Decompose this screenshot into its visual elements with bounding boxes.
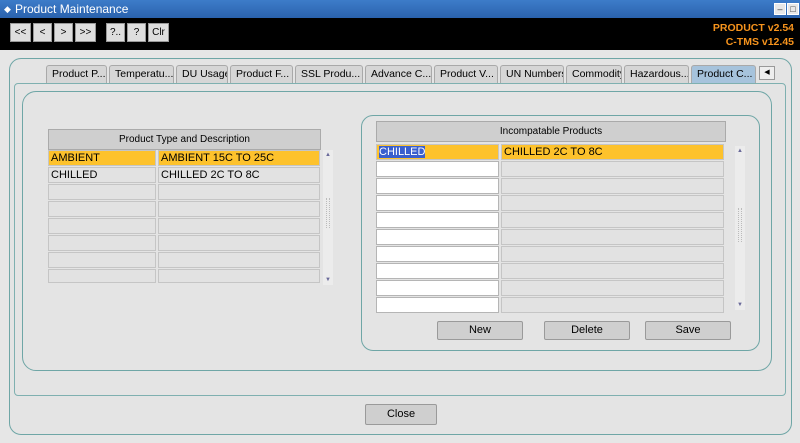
tab-product-v[interactable]: Product V... — [434, 65, 498, 83]
save-button[interactable]: Save — [645, 321, 731, 340]
title-bar: ◆ Product Maintenance – □ — [0, 0, 800, 18]
tab-commodity[interactable]: Commodity — [566, 65, 622, 83]
incompatible-products-scrollbar[interactable]: ▲ ▼ — [735, 146, 745, 310]
incompatible-description-cell — [501, 161, 724, 177]
incompatible-code-input[interactable] — [376, 161, 499, 177]
delete-button[interactable]: Delete — [544, 321, 630, 340]
product-type-description-cell[interactable] — [158, 201, 320, 217]
scroll-up-icon[interactable]: ▲ — [735, 146, 745, 156]
product-type-code-cell[interactable] — [48, 184, 156, 200]
product-type-code-cell[interactable] — [48, 252, 156, 268]
product-type-description-cell[interactable]: CHILLED 2C TO 8C — [158, 167, 320, 183]
maximize-icon[interactable]: □ — [787, 3, 799, 15]
incompatible-code-input[interactable] — [376, 212, 499, 228]
toolbar: << < > >> ?.. ? Clr PRODUCT v2.54 C-TMS … — [0, 18, 800, 50]
incompatible-description-cell — [501, 280, 724, 296]
incompatible-code-input[interactable] — [376, 297, 499, 313]
product-type-header: Product Type and Description — [48, 129, 321, 150]
incompatible-description-cell — [501, 297, 724, 313]
last-record-button[interactable]: >> — [75, 23, 96, 42]
tab-scroll-left-icon[interactable]: ◀ — [759, 66, 775, 80]
product-type-code-cell[interactable]: CHILLED — [48, 167, 156, 183]
tab-du-usage[interactable]: DU Usage — [176, 65, 228, 83]
tab-product-f[interactable]: Product F... — [230, 65, 293, 83]
product-type-code-cell[interactable] — [48, 269, 156, 283]
ctms-version: C-TMS v12.45 — [725, 36, 794, 48]
product-type-code-cell[interactable] — [48, 201, 156, 217]
product-version: PRODUCT v2.54 — [712, 22, 794, 34]
incompatible-code-input[interactable] — [376, 229, 499, 245]
incompatible-code-input[interactable] — [376, 280, 499, 296]
next-record-button[interactable]: > — [54, 23, 73, 42]
incompatible-code-cell[interactable]: CHILLED — [376, 144, 499, 160]
version-info: PRODUCT v2.54 C-TMS v12.45 — [713, 21, 794, 49]
minimize-icon[interactable]: – — [774, 3, 786, 15]
incompatible-code-input[interactable] — [376, 263, 499, 279]
first-record-button[interactable]: << — [10, 23, 31, 42]
clear-button[interactable]: Clr — [148, 23, 169, 42]
product-type-scrollbar[interactable]: ▲ ▼ — [323, 150, 333, 285]
incompatible-description-cell — [501, 178, 724, 194]
product-type-description-cell[interactable] — [158, 235, 320, 251]
new-button[interactable]: New — [437, 321, 523, 340]
scroll-down-icon[interactable]: ▼ — [735, 300, 745, 310]
tab-ssl-products[interactable]: SSL Produ... — [295, 65, 363, 83]
incompatible-description-cell — [501, 212, 724, 228]
product-type-code-cell[interactable] — [48, 235, 156, 251]
incompatible-description-cell[interactable]: CHILLED 2C TO 8C — [501, 144, 724, 160]
incompatible-description-cell — [501, 263, 724, 279]
app-icon: ◆ — [4, 4, 11, 14]
product-type-description-cell[interactable]: AMBIENT 15C TO 25C — [158, 150, 320, 166]
tab-temperature[interactable]: Temperatu... — [109, 65, 174, 83]
tab-un-numbers[interactable]: UN Numbers — [500, 65, 564, 83]
product-type-description-cell[interactable] — [158, 269, 320, 283]
incompatible-description-cell — [501, 195, 724, 211]
incompatible-description-cell — [501, 229, 724, 245]
tab-product-c[interactable]: Product C... — [691, 65, 756, 83]
help-button[interactable]: ? — [127, 23, 146, 42]
scroll-thumb[interactable] — [738, 208, 742, 242]
incompatible-products-header: Incompatable Products — [376, 121, 726, 142]
tab-hazardous[interactable]: Hazardous... — [624, 65, 689, 83]
product-type-code-cell[interactable]: AMBIENT — [48, 150, 156, 166]
scroll-down-icon[interactable]: ▼ — [323, 275, 333, 285]
tab-product-p[interactable]: Product P... — [46, 65, 107, 83]
incompatible-code-text: CHILLED — [379, 146, 426, 158]
previous-record-button[interactable]: < — [33, 23, 52, 42]
incompatible-description-cell — [501, 246, 724, 262]
close-button[interactable]: Close — [365, 404, 437, 425]
incompatible-code-input[interactable] — [376, 195, 499, 211]
product-type-description-cell[interactable] — [158, 184, 320, 200]
incompatible-code-input[interactable] — [376, 178, 499, 194]
window-title: Product Maintenance — [15, 2, 129, 16]
scroll-thumb[interactable] — [326, 198, 330, 228]
query-button[interactable]: ?.. — [106, 23, 125, 42]
product-type-description-cell[interactable] — [158, 218, 320, 234]
scroll-up-icon[interactable]: ▲ — [323, 150, 333, 160]
incompatible-code-input[interactable] — [376, 246, 499, 262]
product-type-code-cell[interactable] — [48, 218, 156, 234]
product-type-description-cell[interactable] — [158, 252, 320, 268]
tab-advance-c[interactable]: Advance C... — [365, 65, 432, 83]
